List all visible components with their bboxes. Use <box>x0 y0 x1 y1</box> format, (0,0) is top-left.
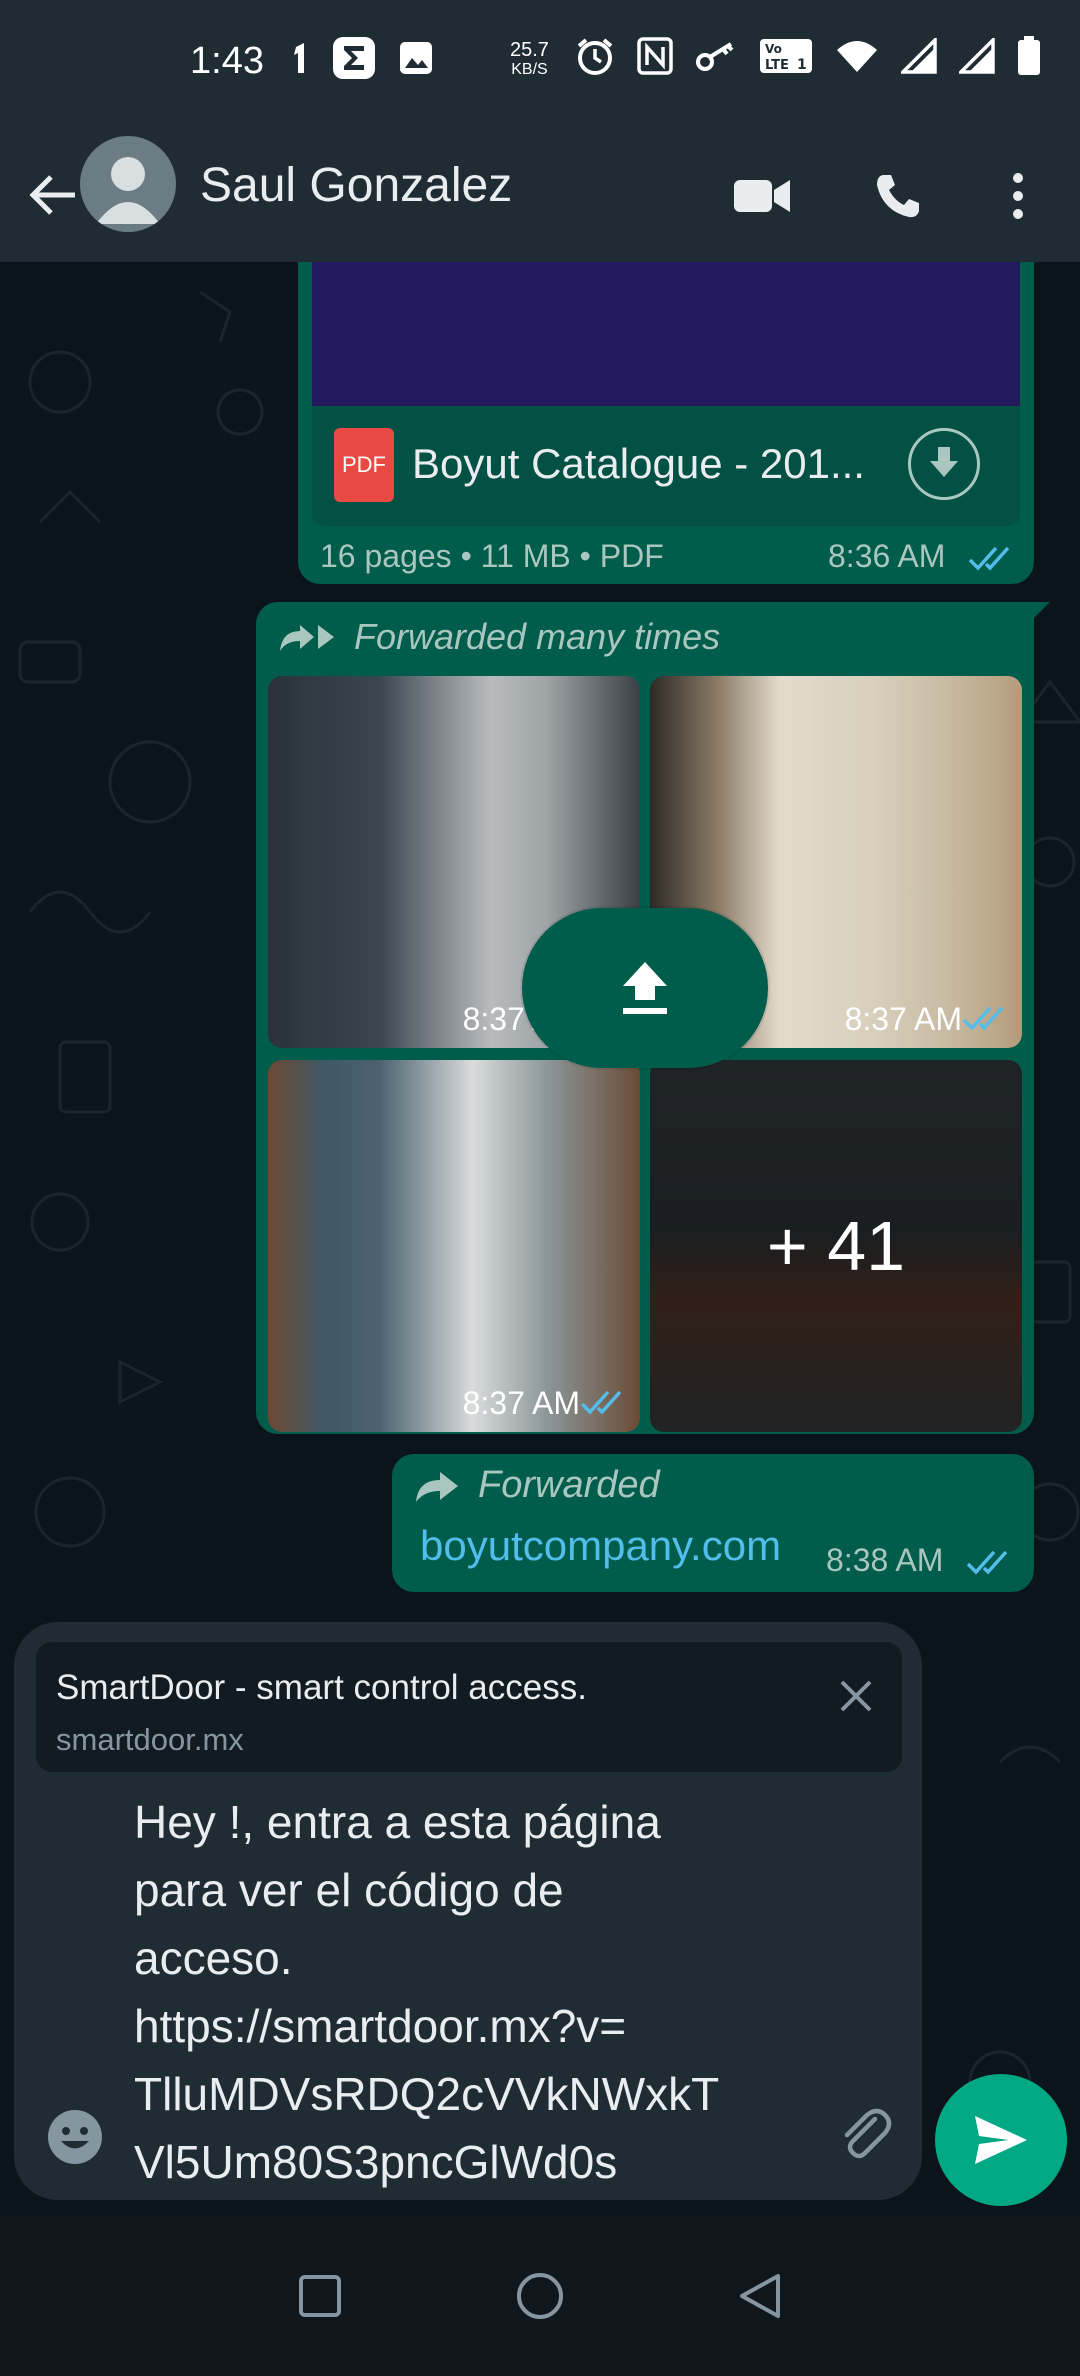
read-receipt-icon <box>962 1006 1004 1031</box>
pdf-preview-image[interactable] <box>312 262 1020 406</box>
send-button[interactable] <box>935 2074 1067 2206</box>
notification-icon <box>290 41 310 75</box>
gallery-icon <box>398 40 434 76</box>
home-button[interactable] <box>510 2266 570 2326</box>
close-preview-button[interactable] <box>828 1668 884 1724</box>
avatar[interactable] <box>80 136 176 232</box>
download-arrow-icon <box>930 447 958 477</box>
sigma-app-icon <box>332 36 376 80</box>
battery-icon <box>1017 36 1041 76</box>
volte-icon: Vo LTE 1 <box>759 38 813 74</box>
default-avatar-icon <box>96 157 160 224</box>
upload-button[interactable] <box>522 908 768 1068</box>
system-nav-bar <box>0 2216 1080 2376</box>
forwarded-label-text: Forwarded <box>478 1464 660 1506</box>
circle-icon <box>517 2273 563 2319</box>
svg-text:Vo: Vo <box>765 42 782 56</box>
forwarded-label-text: Forwarded many times <box>354 616 721 657</box>
album-message-bubble[interactable]: Forwarded many times 8:37 AM 8:37 AM 8:3… <box>256 602 1034 1434</box>
more-count-overlay: + 41 <box>650 1060 1022 1432</box>
speed-value: 25.7 <box>510 39 549 61</box>
emoji-button[interactable] <box>40 2102 110 2172</box>
pdf-file-row[interactable]: PDF Boyut Catalogue - 201... <box>312 406 1020 526</box>
emoji-icon <box>48 2110 102 2164</box>
pdf-message-bubble[interactable]: PDF Boyut Catalogue - 201... 16 pages • … <box>298 262 1034 584</box>
album-more-thumbnail[interactable]: + 41 <box>650 1060 1022 1432</box>
svg-text:LTE: LTE <box>765 58 789 73</box>
more-options-button[interactable] <box>978 156 1058 236</box>
signal-icon <box>959 38 995 74</box>
recents-button[interactable] <box>290 2266 350 2326</box>
svg-text:1: 1 <box>797 57 807 73</box>
thumbnail-time: 8:37 AM <box>462 1385 580 1421</box>
status-bar: 1:43 25.7 KB/S Vo LTE 1 <box>0 0 1080 130</box>
back-nav-button[interactable] <box>730 2266 790 2326</box>
upload-arrow-icon <box>623 962 667 1014</box>
forwarded-label: Forwarded <box>414 1464 660 1507</box>
signal-icon <box>901 38 937 74</box>
square-icon <box>299 2275 341 2317</box>
forwarded-icon <box>416 1471 458 1502</box>
more-vert-icon <box>1013 173 1023 219</box>
forwarded-label: Forwarded many times <box>278 616 720 658</box>
video-call-icon <box>734 180 790 212</box>
message-composer: SmartDoor - smart control access. smartd… <box>14 1622 922 2200</box>
pdf-meta: 16 pages • 11 MB • PDF <box>320 538 664 574</box>
status-right-icons: Vo LTE 1 <box>575 36 1041 76</box>
read-receipt-icon <box>580 1390 622 1415</box>
pdf-badge-label: PDF <box>342 452 386 477</box>
message-time: 8:38 AM <box>826 1542 944 1578</box>
more-count: + 41 <box>766 1207 906 1285</box>
attach-button[interactable] <box>830 2100 900 2170</box>
link-url[interactable]: boyutcompany.com <box>420 1522 781 1570</box>
status-left-icons <box>290 36 434 80</box>
back-arrow-icon <box>29 175 75 215</box>
read-receipt-icon <box>968 546 1010 571</box>
speed-unit: KB/S <box>511 61 548 78</box>
link-preview-title: SmartDoor - smart control access. <box>56 1668 587 1707</box>
link-preview-card[interactable]: SmartDoor - smart control access. smartd… <box>36 1642 902 1772</box>
download-button[interactable] <box>908 428 980 500</box>
triangle-back-icon <box>740 2274 780 2318</box>
wifi-icon <box>835 38 879 74</box>
voice-call-button[interactable] <box>858 156 938 236</box>
read-receipt-icon <box>966 1550 1008 1575</box>
link-preview-domain: smartdoor.mx <box>56 1722 244 1757</box>
send-icon <box>975 2116 1027 2164</box>
message-time: 8:36 AM <box>828 538 946 574</box>
back-button[interactable] <box>18 160 88 230</box>
chat-header: Saul Gonzalez <box>0 130 1080 262</box>
message-input[interactable]: Hey !, entra a esta página para ver el c… <box>134 1788 814 2196</box>
phone-call-icon <box>877 175 919 218</box>
close-icon <box>840 1680 872 1712</box>
thumbnail-time: 8:37 AM <box>844 1001 962 1037</box>
key-icon <box>695 40 737 72</box>
paperclip-icon <box>844 2108 892 2159</box>
forwarded-many-times-icon <box>280 625 334 651</box>
pdf-file-name: Boyut Catalogue - 201... <box>412 440 865 487</box>
network-speed: 25.7 KB/S <box>510 40 549 80</box>
album-thumbnail[interactable]: 8:37 AM <box>268 1060 640 1432</box>
alarm-icon <box>575 36 615 76</box>
nfc-icon <box>637 37 673 75</box>
status-time: 1:43 <box>190 40 264 82</box>
contact-name[interactable]: Saul Gonzalez <box>200 158 512 213</box>
pdf-file-icon: PDF <box>334 428 394 502</box>
video-call-button[interactable] <box>722 156 802 236</box>
link-message-bubble[interactable]: Forwarded boyutcompany.com 8:38 AM <box>392 1454 1034 1592</box>
